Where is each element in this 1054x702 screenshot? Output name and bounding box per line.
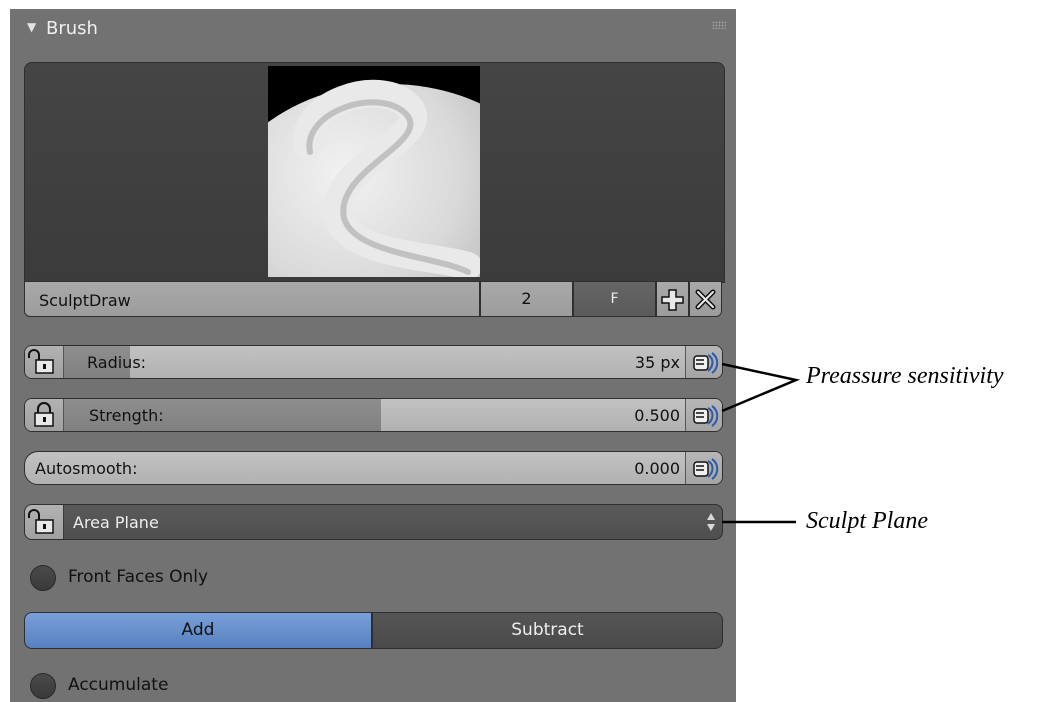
- pressure-annotation: Preassure sensitivity: [806, 363, 1004, 389]
- pressure-pointer-line: [721, 362, 801, 413]
- sculpt-plane-annotation: Sculpt Plane: [806, 508, 928, 534]
- annotation-lines: [721, 362, 801, 524]
